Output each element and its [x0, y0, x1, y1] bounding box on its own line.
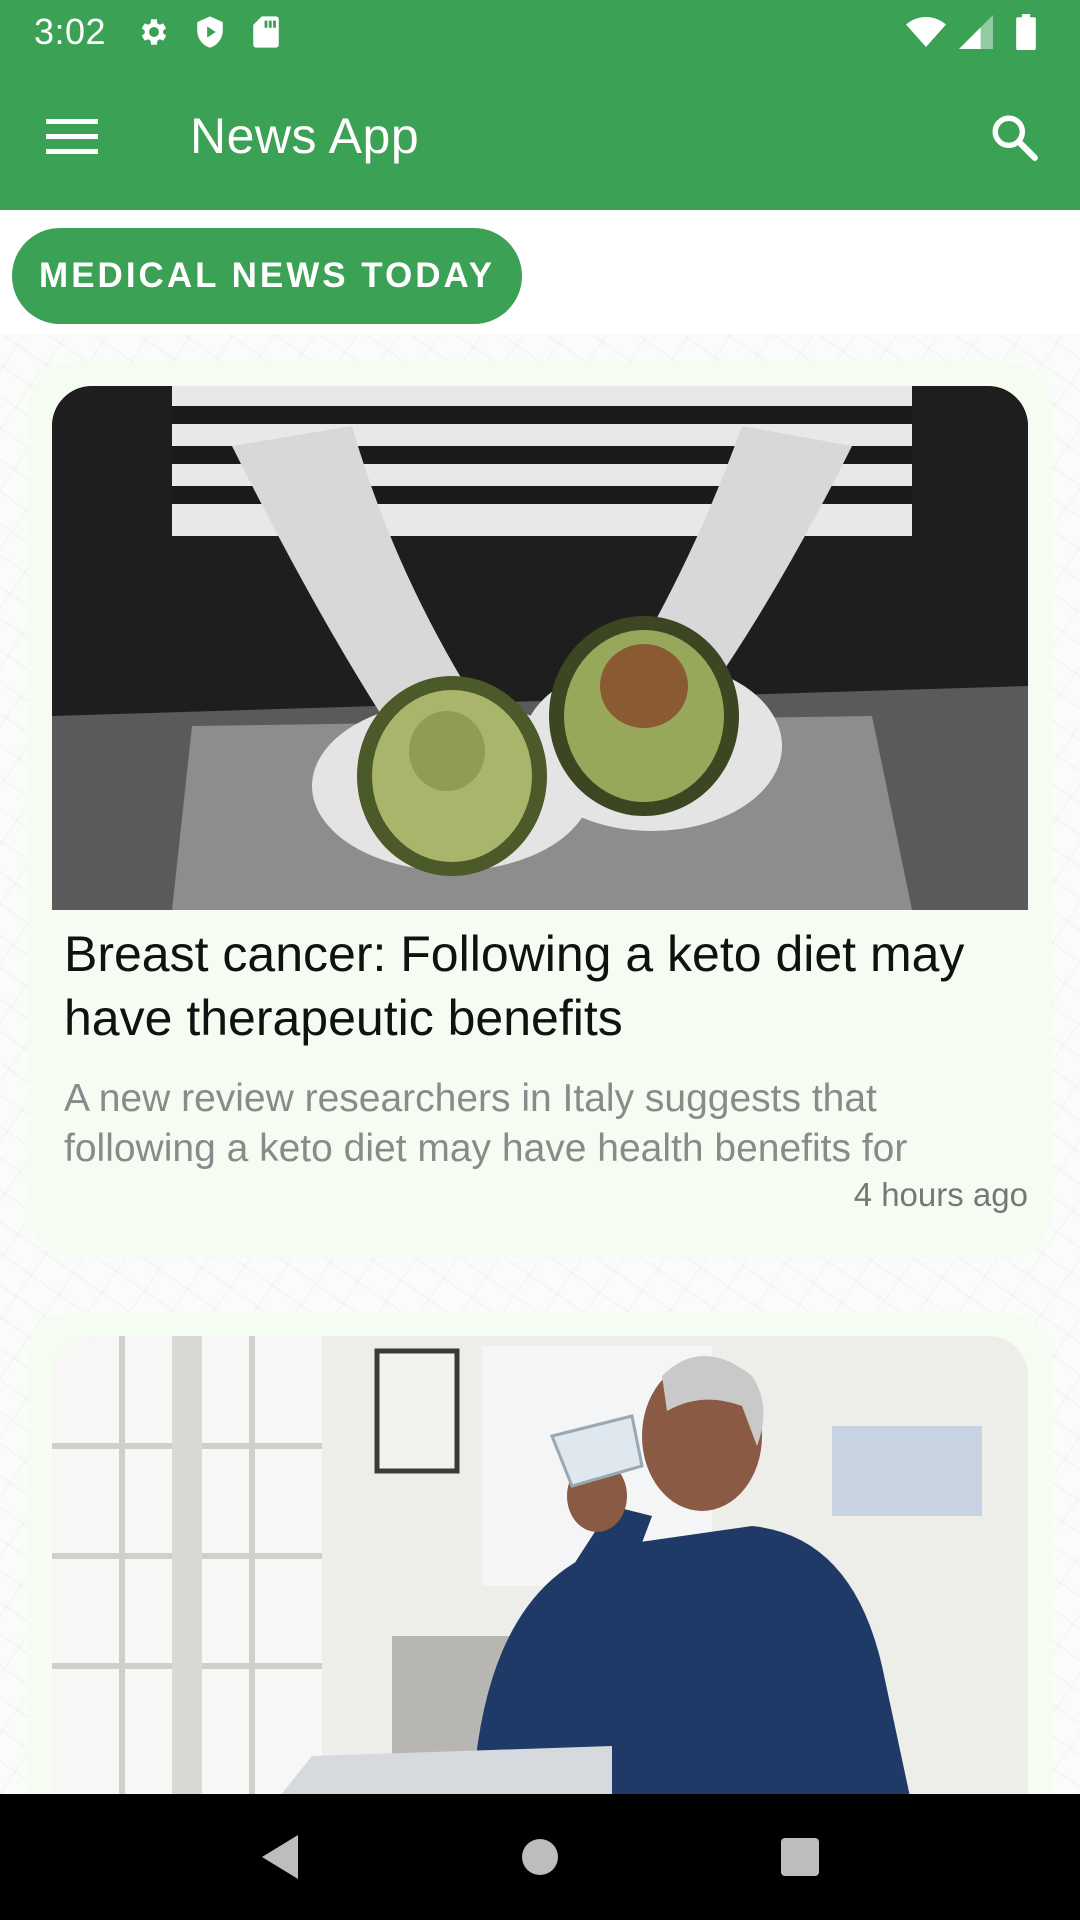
status-time: 3:02 [34, 10, 107, 52]
settings-icon [134, 12, 174, 52]
battery-icon [1006, 12, 1046, 52]
sd-card-icon [246, 12, 286, 52]
article-timestamp: 4 hours ago [853, 1176, 1028, 1213]
app-bar: News App [0, 63, 1080, 210]
shield-icon [190, 12, 230, 52]
wifi-icon [906, 12, 946, 52]
home-icon[interactable] [500, 1817, 580, 1897]
article-card[interactable]: Breast cancer: Following a keto diet may… [28, 362, 1052, 1258]
article-image-avocado [52, 386, 1028, 910]
app-title: News App [190, 108, 420, 164]
article-image-man-drinking [52, 1336, 1028, 1794]
hamburger-menu-icon[interactable] [44, 113, 100, 159]
search-icon[interactable] [984, 107, 1044, 167]
system-nav-bar [0, 1794, 1080, 1920]
article-title: Breast cancer: Following a keto diet may… [64, 926, 965, 1046]
article-card[interactable] [28, 1312, 1052, 1794]
status-bar: 3:02 [0, 0, 1080, 63]
recents-icon[interactable] [760, 1817, 840, 1897]
news-feed[interactable]: Breast cancer: Following a keto diet may… [0, 334, 1080, 1794]
source-chip-medical-news-today[interactable]: MEDICAL NEWS TODAY [12, 228, 522, 324]
back-icon[interactable] [240, 1817, 320, 1897]
signal-icon [956, 12, 996, 52]
article-description: A new review researchers in Italy sugges… [64, 1077, 908, 1170]
